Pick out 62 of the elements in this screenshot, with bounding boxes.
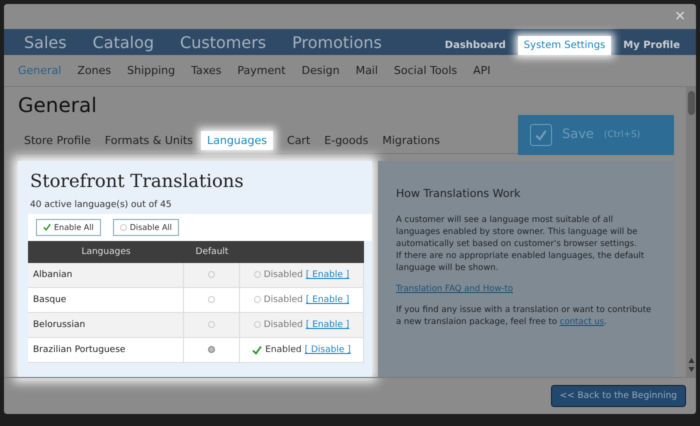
status-label: Disabled <box>254 270 303 280</box>
language-name: Basque <box>33 294 66 305</box>
sub-nav-link[interactable]: Payment <box>237 64 286 78</box>
contact-link[interactable]: contact us <box>560 316 604 327</box>
main-nav-link[interactable]: Customers <box>180 32 266 52</box>
tab[interactable]: Languages <box>200 130 274 150</box>
check-icon <box>252 344 262 355</box>
help-title: How Translations Work <box>396 186 522 200</box>
sub-nav-link[interactable]: Shipping <box>127 64 176 78</box>
check-icon <box>43 223 51 232</box>
toggle-link[interactable]: [ Enable ] <box>306 320 350 330</box>
close-icon[interactable]: × <box>674 8 686 24</box>
tab[interactable]: Cart <box>281 130 316 150</box>
language-name: Brazilian Portuguese <box>33 344 126 355</box>
radio-icon <box>254 271 261 278</box>
check-mark-icon <box>535 128 547 141</box>
sub-nav-link[interactable]: Taxes <box>191 64 222 78</box>
enable-all-button[interactable]: Enable All <box>36 218 101 236</box>
user-nav-link[interactable]: Dashboard <box>438 36 512 56</box>
tab[interactable]: E-goods <box>318 130 374 150</box>
back-button[interactable]: << Back to the Beginning <box>550 384 686 407</box>
sub-nav-link[interactable]: Social Tools <box>394 64 458 78</box>
language-name: Belorussian <box>33 320 86 330</box>
sub-nav-link[interactable]: Design <box>302 64 340 78</box>
sub-nav-link[interactable]: Zones <box>77 64 112 78</box>
language-name: Albanian <box>33 270 72 280</box>
default-radio[interactable] <box>208 346 215 354</box>
toggle-link[interactable]: [ Enable ] <box>306 270 350 280</box>
default-radio[interactable] <box>208 296 215 304</box>
help-text: A customer will see a language most suitable of all languages enabled by store owner. This language will be automatically set based on customer's browser settings. <box>396 214 639 250</box>
faq-link[interactable]: Translation FAQ and How-to <box>396 284 656 294</box>
main-nav-link[interactable]: Promotions <box>292 32 382 52</box>
active-count: 40 active language(s) out of 45 <box>30 200 173 210</box>
scroll-thumb[interactable] <box>688 90 694 115</box>
status-label: Enabled <box>252 344 302 355</box>
panel-title: Storefront Translations <box>30 170 245 192</box>
radio-icon <box>120 224 127 231</box>
toggle-link[interactable]: [ Disable ] <box>304 344 351 355</box>
status-label: Disabled <box>254 294 303 305</box>
scrollbar[interactable] <box>686 86 696 377</box>
tab[interactable]: Migrations <box>376 130 446 150</box>
tab[interactable]: Store Profile <box>18 130 97 150</box>
default-radio[interactable] <box>208 271 215 278</box>
main-nav-link[interactable]: Catalog <box>92 32 154 52</box>
main-nav-link[interactable]: Sales <box>24 32 67 52</box>
help-text: If you find any issue with a translation or want to contribute a new translaion package, feel free to contact us. <box>396 304 652 328</box>
disable-all-button[interactable]: Disable All <box>112 218 179 236</box>
sub-nav-link[interactable]: Mail <box>356 64 378 78</box>
page-title: General <box>18 92 98 117</box>
column-header: Languages <box>80 246 132 257</box>
sub-nav-link[interactable]: API <box>473 64 491 78</box>
help-text: If there are no appropriate enabled languages, the default language will be shown. <box>396 250 646 274</box>
scroll-arrows-icon[interactable] <box>688 356 694 373</box>
default-radio[interactable] <box>208 321 215 328</box>
user-nav-link[interactable]: System Settings <box>518 36 612 56</box>
toggle-link[interactable]: [ Enable ] <box>306 294 350 305</box>
status-label: Disabled <box>254 320 303 330</box>
tab[interactable]: Formats & Units <box>98 130 199 150</box>
radio-icon <box>254 296 261 304</box>
column-header: Default <box>194 246 230 257</box>
user-nav-link[interactable]: My Profile <box>617 36 686 56</box>
radio-icon <box>254 321 261 328</box>
